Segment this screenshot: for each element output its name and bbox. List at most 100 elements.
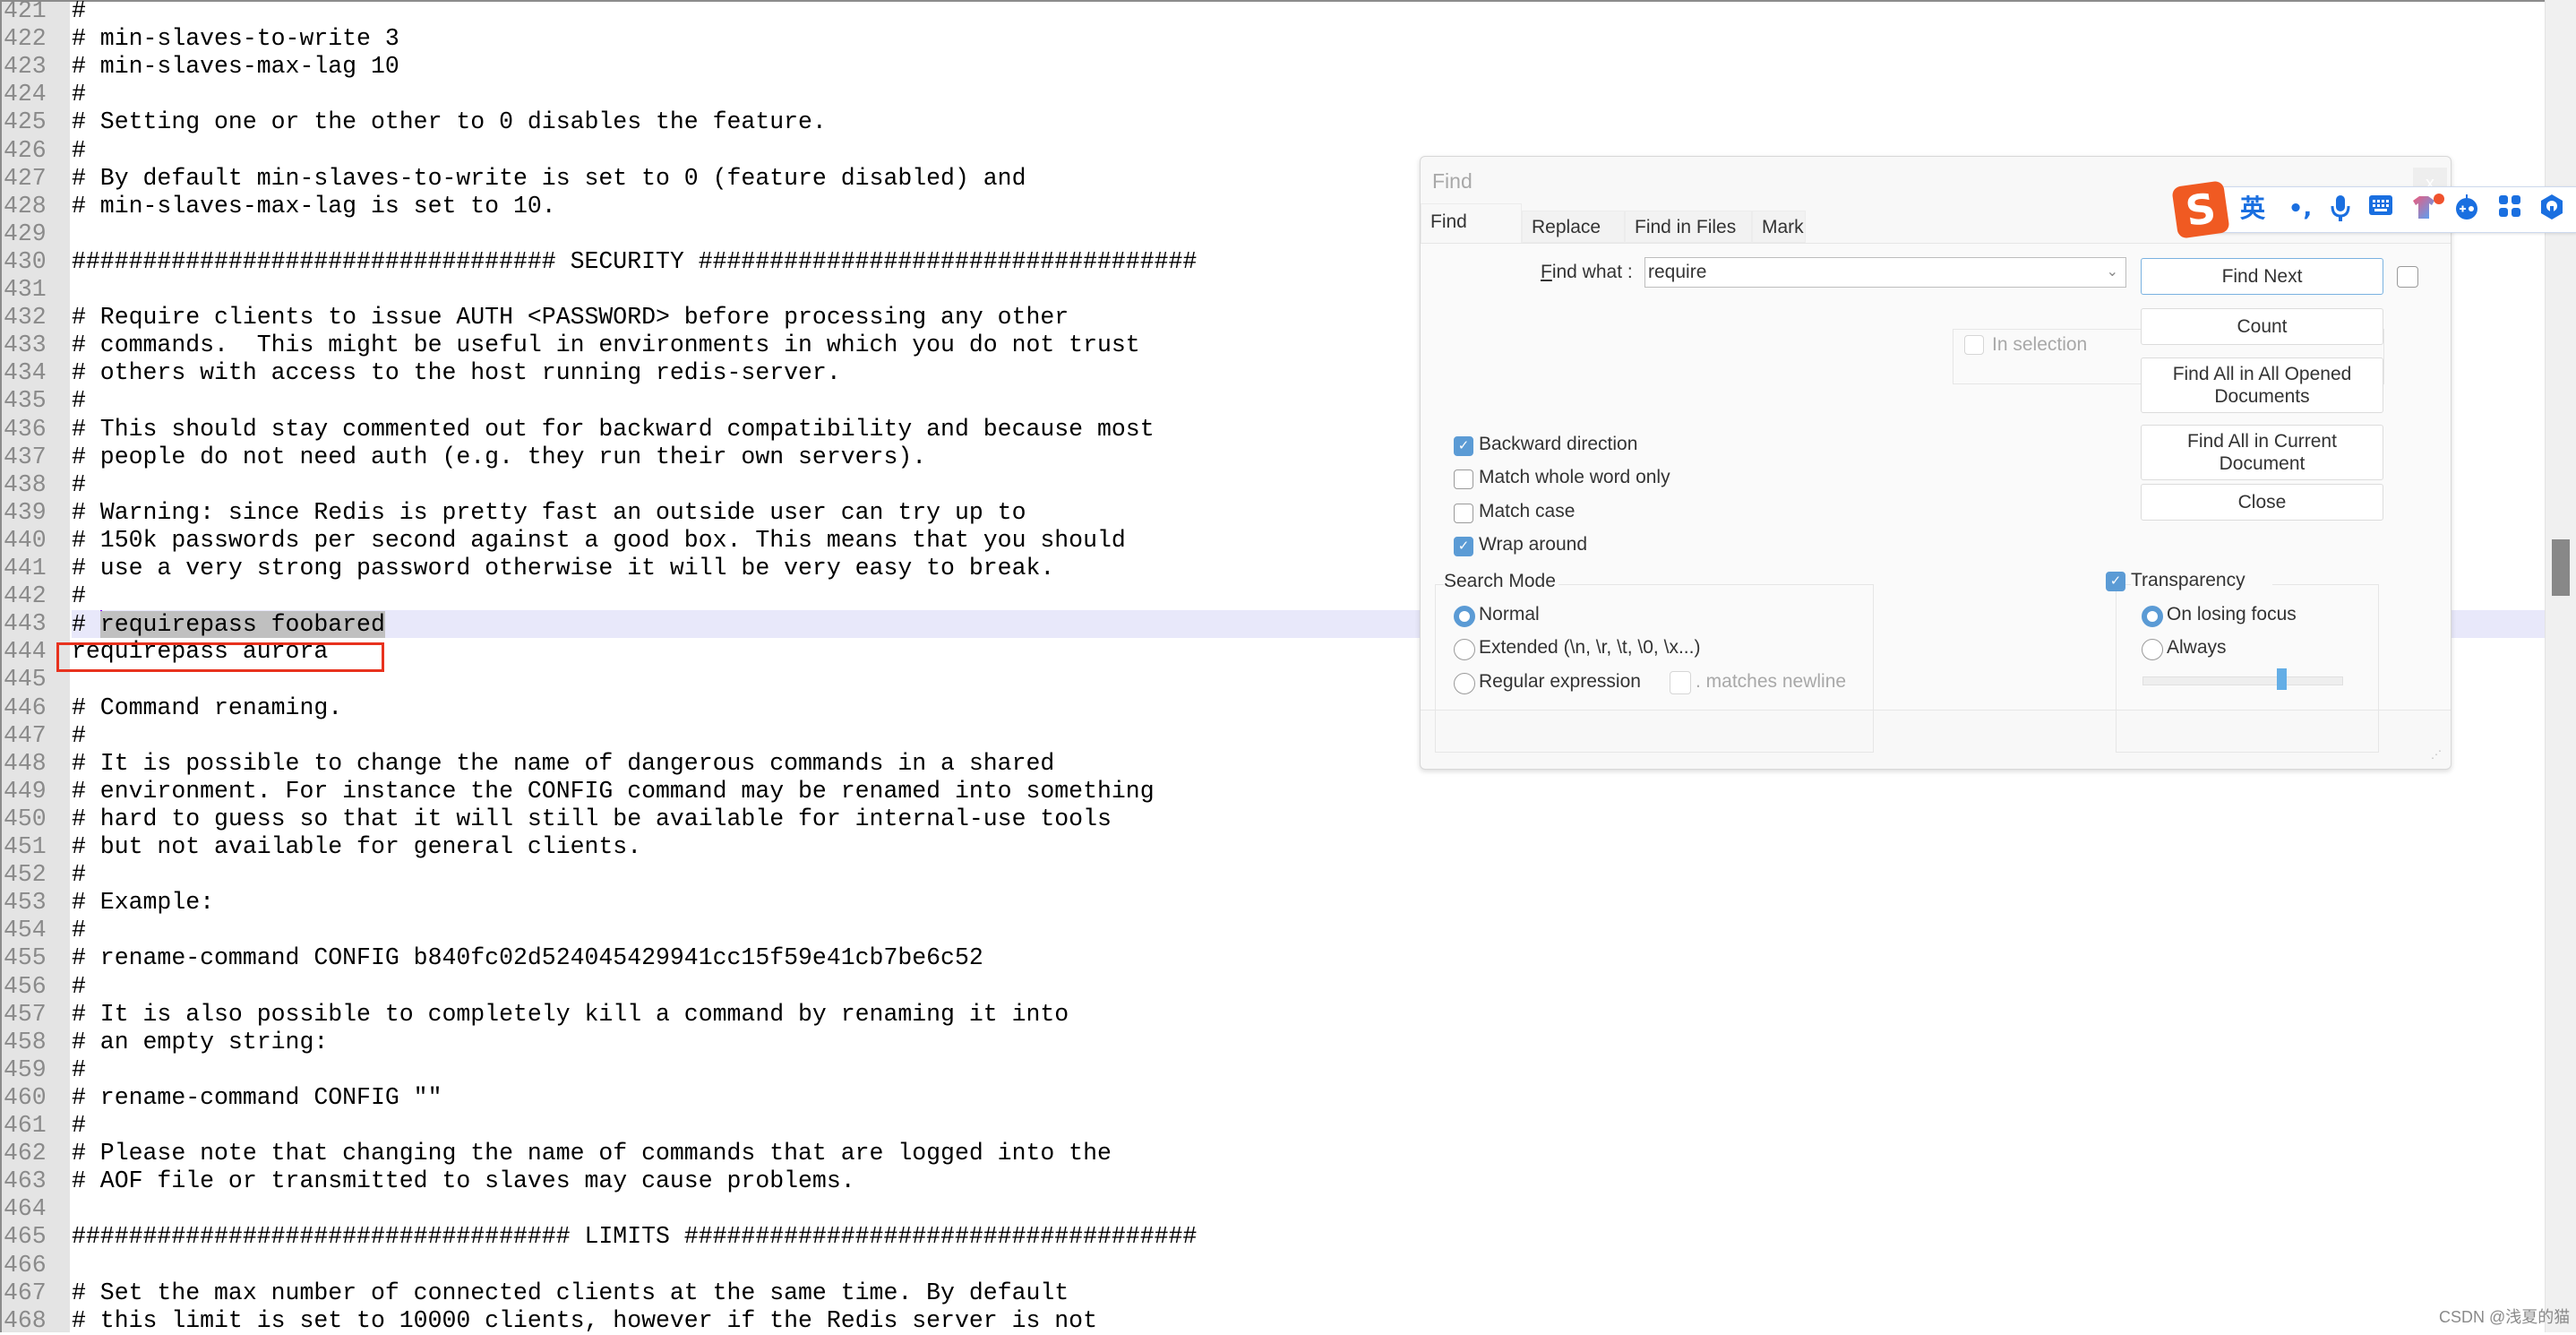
tab-find-in-files[interactable]: Find in Files bbox=[1625, 211, 1752, 243]
find-all-current-document-button[interactable]: Find All in Current Document bbox=[2141, 425, 2383, 480]
line-text: # rename-command CONFIG b840fc02d5240454… bbox=[72, 944, 983, 972]
transparency-slider-thumb[interactable] bbox=[2277, 668, 2288, 690]
code-line[interactable]: 449 # environment. For instance the CONFI… bbox=[0, 778, 2544, 805]
transparency-on-losing-focus-radio[interactable] bbox=[2142, 606, 2163, 627]
transparency-checkbox[interactable]: ✓ bbox=[2106, 572, 2125, 591]
search-mode-extended-label: Extended (\n, \r, \t, \0, \x...) bbox=[1479, 637, 1701, 658]
line-text: # people do not need auth (e.g. they run… bbox=[72, 444, 926, 471]
code-line[interactable]: 460 # rename-command CONFIG "" bbox=[0, 1084, 2544, 1112]
microphone-icon[interactable] bbox=[2327, 194, 2354, 224]
line-number: 425 bbox=[4, 108, 47, 136]
sogou-logo-icon[interactable]: S bbox=[2171, 180, 2230, 239]
code-line[interactable]: 462 # Please note that changing the name … bbox=[0, 1140, 2544, 1167]
code-line[interactable]: 468 # this limit is set to 10000 clients,… bbox=[0, 1307, 2544, 1335]
transparency-slider-track[interactable] bbox=[2142, 676, 2343, 685]
resize-grip-icon[interactable]: ⋰ bbox=[2431, 748, 2442, 761]
code-line[interactable]: 458 # an empty string: bbox=[0, 1029, 2544, 1056]
code-line[interactable]: 461 # bbox=[0, 1112, 2544, 1140]
line-text: # use a very strong password otherwise i… bbox=[72, 555, 1054, 582]
line-number: 454 bbox=[4, 917, 47, 944]
ime-punctuation-toggle[interactable]: •, bbox=[2282, 194, 2318, 224]
code-line[interactable]: 450 # hard to guess so that it will still… bbox=[0, 805, 2544, 833]
match-whole-word-checkbox[interactable] bbox=[1454, 469, 1473, 489]
scrollbar-thumb[interactable] bbox=[2552, 539, 2570, 596]
code-line[interactable]: 455 # rename-command CONFIG b840fc02d5240… bbox=[0, 944, 2544, 972]
find-all-opened-documents-button[interactable]: Find All in All Opened Documents bbox=[2141, 357, 2383, 413]
line-content: # min-slaves-max-lag 10 bbox=[72, 53, 399, 81]
search-mode-regex-radio[interactable] bbox=[1454, 673, 1475, 694]
find-all-current-line2: Document bbox=[2219, 453, 2306, 474]
line-number: 452 bbox=[4, 861, 47, 889]
keyboard-icon[interactable] bbox=[2367, 194, 2394, 224]
code-line[interactable]: 425 # Setting one or the other to 0 disab… bbox=[0, 108, 2544, 136]
line-content: # AOF file or transmitted to slaves may … bbox=[72, 1167, 855, 1195]
line-text: # commands. This might be useful in envi… bbox=[72, 332, 1140, 359]
line-number: 465 bbox=[4, 1223, 47, 1251]
apps-icon[interactable] bbox=[2494, 194, 2525, 224]
find-next-button[interactable]: Find Next bbox=[2141, 258, 2383, 295]
find-next-option-checkbox[interactable] bbox=[2397, 266, 2418, 288]
code-line[interactable]: 421 # bbox=[0, 0, 2544, 25]
line-number: 433 bbox=[4, 332, 47, 359]
line-number: 437 bbox=[4, 443, 47, 470]
find-what-input[interactable]: require ⌄ bbox=[1644, 257, 2126, 288]
code-line[interactable]: 464 bbox=[0, 1195, 2544, 1223]
code-line[interactable]: 466 bbox=[0, 1252, 2544, 1279]
tab-mark[interactable]: Mark bbox=[1752, 211, 1806, 243]
line-text: # requirepass foobared bbox=[72, 610, 385, 639]
code-line[interactable]: 467 # Set the max number of connected cli… bbox=[0, 1279, 2544, 1307]
ime-language-toggle[interactable]: 英 bbox=[2237, 194, 2269, 224]
count-button[interactable]: Count bbox=[2141, 308, 2383, 345]
line-text: # this limit is set to 10000 clients, ho… bbox=[72, 1307, 1097, 1335]
matches-newline-checkbox[interactable] bbox=[1670, 671, 1691, 694]
code-line[interactable]: 424 # bbox=[0, 81, 2544, 108]
line-content: # bbox=[72, 721, 86, 749]
line-content: # min-slaves-max-lag is set to 10. bbox=[72, 192, 556, 220]
code-line[interactable]: 423 # min-slaves-max-lag 10 bbox=[0, 53, 2544, 81]
game-icon[interactable] bbox=[2451, 194, 2482, 224]
line-content: # this limit is set to 10000 clients, ho… bbox=[72, 1306, 1097, 1334]
line-text: # Please note that changing the name of … bbox=[72, 1140, 1112, 1167]
code-line[interactable]: 463 # AOF file or transmitted to slaves m… bbox=[0, 1167, 2544, 1195]
annotation-highlight-box bbox=[56, 642, 384, 672]
line-text: # bbox=[72, 387, 86, 415]
line-text: # Command renaming. bbox=[72, 694, 342, 722]
line-number: 462 bbox=[4, 1140, 47, 1167]
find-what-label-text: ind what : bbox=[1551, 262, 1633, 282]
find-what-value: require bbox=[1648, 262, 1707, 282]
line-text: # This should stay commented out for bac… bbox=[72, 416, 1155, 444]
tab-find[interactable]: Find bbox=[1421, 203, 1522, 245]
code-line[interactable]: 451 # but not available for general clien… bbox=[0, 833, 2544, 861]
transparency-always-label: Always bbox=[2167, 637, 2227, 658]
code-line[interactable]: 457 # It is also possible to completely k… bbox=[0, 1001, 2544, 1029]
search-mode-regex-label: Regular expression bbox=[1479, 671, 1641, 692]
code-line[interactable]: 452 # bbox=[0, 861, 2544, 889]
line-number: 441 bbox=[4, 555, 47, 581]
code-line[interactable]: 453 # Example: bbox=[0, 889, 2544, 917]
code-line[interactable]: 459 # bbox=[0, 1056, 2544, 1084]
line-number: 463 bbox=[4, 1167, 47, 1195]
search-mode-normal-radio[interactable] bbox=[1454, 606, 1475, 627]
find-what-label: Find what : bbox=[1541, 262, 1633, 283]
in-selection-checkbox[interactable] bbox=[1964, 335, 1984, 355]
transparency-label: Transparency bbox=[2131, 570, 2272, 591]
settings-icon[interactable] bbox=[2537, 194, 2567, 224]
wrap-around-checkbox[interactable]: ✓ bbox=[1454, 537, 1473, 556]
match-case-label: Match case bbox=[1479, 501, 1576, 521]
search-mode-extended-radio[interactable] bbox=[1454, 639, 1475, 660]
line-content: # people do not need auth (e.g. they run… bbox=[72, 443, 927, 470]
line-content: # bbox=[72, 917, 86, 944]
line-number: 445 bbox=[4, 666, 47, 693]
dialog-title: Find bbox=[1432, 169, 1473, 193]
chevron-down-icon[interactable]: ⌄ bbox=[2107, 258, 2118, 287]
code-line[interactable]: 454 # bbox=[0, 917, 2544, 944]
backward-direction-checkbox[interactable]: ✓ bbox=[1454, 436, 1473, 456]
tab-replace[interactable]: Replace bbox=[1522, 211, 1625, 243]
match-case-checkbox[interactable] bbox=[1454, 504, 1473, 523]
code-line[interactable]: 465 ################################### L… bbox=[0, 1223, 2544, 1251]
code-line[interactable]: 456 # bbox=[0, 973, 2544, 1001]
line-number: 457 bbox=[4, 1000, 47, 1028]
close-button[interactable]: Close bbox=[2141, 484, 2383, 521]
code-line[interactable]: 422 # min-slaves-to-write 3 bbox=[0, 25, 2544, 53]
transparency-always-radio[interactable] bbox=[2142, 639, 2163, 660]
